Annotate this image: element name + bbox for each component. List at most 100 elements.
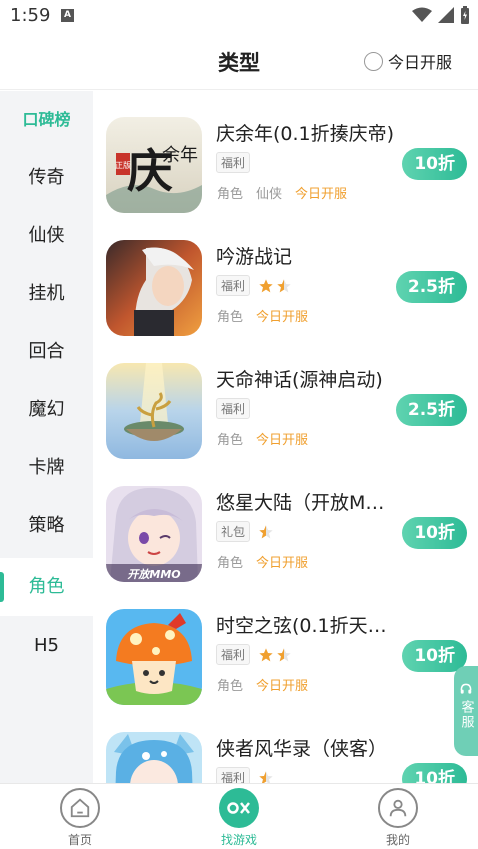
welfare-tag: 福利 [216, 152, 251, 173]
star-half-icon [277, 278, 291, 292]
sidebar-item-label: 魔幻 [28, 399, 65, 420]
meta-row: 角色 今日开服 [217, 675, 308, 694]
tag-row: 福利 [216, 398, 251, 419]
sidebar-item-label: H5 [34, 635, 59, 656]
sidebar-item-label: 传奇 [28, 167, 65, 188]
sidebar-item-fantasy[interactable]: 魔幻 [0, 381, 93, 439]
game-icon[interactable]: 开放MMO [106, 486, 202, 582]
sidebar-item-h5[interactable]: H5 [0, 617, 93, 675]
game-item[interactable]: 侠者风华录（侠客） 福利 10折 [93, 706, 478, 783]
category-label: 仙侠 [256, 187, 283, 202]
nav-label: 首页 [67, 833, 92, 847]
discount-button[interactable]: 10折 [402, 148, 467, 180]
status-time: 1:59 [10, 5, 51, 26]
discount-button[interactable]: 10折 [402, 640, 467, 672]
sidebar-item-label: 口碑榜 [22, 110, 71, 129]
nav-find-game[interactable]: 找游戏 [179, 788, 299, 848]
nav-profile[interactable]: 我的 [338, 788, 458, 848]
meta-row: 角色 仙侠 今日开服 [217, 183, 347, 202]
customer-service-button[interactable]: 客服 [454, 666, 478, 756]
open-today-label: 今日开服 [256, 556, 309, 571]
game-item[interactable]: 天命神话(源神启动) 福利 角色 今日开服 2.5折 [93, 337, 478, 460]
discount-button[interactable]: 10折 [402, 763, 467, 783]
today-open-label: 今日开服 [387, 53, 452, 72]
svg-text:开放MMO: 开放MMO [127, 568, 180, 581]
category-label: 角色 [217, 187, 244, 202]
nav-home[interactable]: 首页 [20, 788, 140, 848]
tag-row: 福利 [216, 644, 292, 665]
rating-stars [258, 524, 274, 540]
nav-label: 我的 [385, 833, 410, 847]
open-today-label: 今日开服 [256, 310, 309, 325]
wifi-icon [412, 7, 432, 22]
customer-service-label: 客服 [458, 700, 474, 730]
category-label: 角色 [217, 556, 244, 571]
category-label: 角色 [217, 310, 244, 325]
sidebar-item-label: 卡牌 [28, 457, 65, 478]
star-icon [259, 647, 273, 661]
rating-stars [258, 770, 274, 783]
rating-stars [258, 278, 292, 294]
open-today-label: 今日开服 [295, 187, 348, 202]
sidebar-item-roleplay[interactable]: 角色 [0, 558, 93, 616]
home-icon[interactable] [60, 788, 100, 828]
meta-row: 角色 今日开服 [217, 306, 308, 325]
game-icon[interactable] [106, 240, 202, 336]
welfare-tag: 福利 [216, 275, 251, 296]
tag-row: 福利 [216, 767, 274, 783]
sidebar-item-xianxia[interactable]: 仙侠 [0, 207, 93, 265]
sidebar-item-label: 仙侠 [28, 225, 65, 246]
welfare-tag: 福利 [216, 644, 251, 665]
sidebar-item-label: 角色 [28, 576, 65, 597]
game-name: 侠者风华录（侠客） [216, 738, 388, 760]
star-half-icon [259, 770, 273, 783]
game-list: 正版 庆 余年 庆余年(0.1折揍庆帝) 福利 角色 仙侠 今日开服 10折 吟… [93, 91, 478, 783]
welfare-tag: 福利 [216, 767, 251, 783]
rating-stars [258, 647, 292, 663]
sidebar-item-label: 挂机 [28, 283, 65, 304]
status-bar: 1:59 A [0, 0, 478, 32]
sidebar-item-idle[interactable]: 挂机 [0, 265, 93, 323]
game-item[interactable]: 吟游战记 福利 角色 今日开服 2.5折 [93, 214, 478, 337]
sidebar-item-label: 回合 [28, 341, 65, 362]
headset-icon [460, 683, 472, 694]
radio-icon[interactable] [363, 51, 383, 71]
discount-button[interactable]: 2.5折 [395, 394, 467, 426]
game-name: 庆余年(0.1折揍庆帝) [216, 123, 395, 145]
today-open-toggle[interactable]: 今日开服 [363, 49, 452, 73]
open-today-label: 今日开服 [256, 679, 309, 694]
game-item[interactable]: 正版 庆 余年 庆余年(0.1折揍庆帝) 福利 角色 仙侠 今日开服 10折 [93, 91, 478, 214]
discount-button[interactable]: 2.5折 [395, 271, 467, 303]
header: 类型 今日开服 [0, 32, 478, 90]
sidebar-item-turn-based[interactable]: 回合 [0, 323, 93, 381]
sidebar-item-legend[interactable]: 传奇 [0, 149, 93, 207]
gift-tag: 礼包 [216, 521, 251, 542]
category-label: 角色 [217, 679, 244, 694]
meta-row: 角色 今日开服 [217, 429, 308, 448]
signal-icon [438, 7, 454, 23]
discount-button[interactable]: 10折 [402, 517, 467, 549]
status-icons [412, 6, 470, 24]
battery-icon [461, 6, 469, 24]
star-half-icon [277, 647, 291, 661]
game-item[interactable]: 开放MMO 悠星大陆（开放MMO） 礼包 角色 今日开服 10折 [93, 460, 478, 583]
open-today-label: 今日开服 [256, 433, 309, 448]
svg-text:余年: 余年 [162, 145, 198, 166]
game-icon[interactable] [106, 609, 202, 705]
sidebar-item-reputation[interactable]: 口碑榜 [0, 91, 93, 149]
profile-icon[interactable] [378, 788, 418, 828]
game-icon[interactable] [106, 732, 202, 783]
sidebar-item-card[interactable]: 卡牌 [0, 439, 93, 497]
sidebar-item-strategy[interactable]: 策略 [0, 497, 93, 555]
welfare-tag: 福利 [216, 398, 251, 419]
sidebar-item-label: 策略 [28, 515, 65, 536]
game-icon[interactable] [106, 363, 202, 459]
notification-icon: A [61, 9, 74, 22]
find-game-icon[interactable] [219, 788, 259, 828]
nav-label: 找游戏 [220, 833, 257, 847]
game-name: 天命神话(源神启动) [216, 369, 383, 391]
game-item[interactable]: 时空之弦(0.1折天天送) 福利 角色 今日开服 10折 [93, 583, 478, 706]
star-icon [259, 278, 273, 292]
game-icon[interactable]: 正版 庆 余年 [106, 117, 202, 213]
game-name: 吟游战记 [216, 246, 293, 268]
